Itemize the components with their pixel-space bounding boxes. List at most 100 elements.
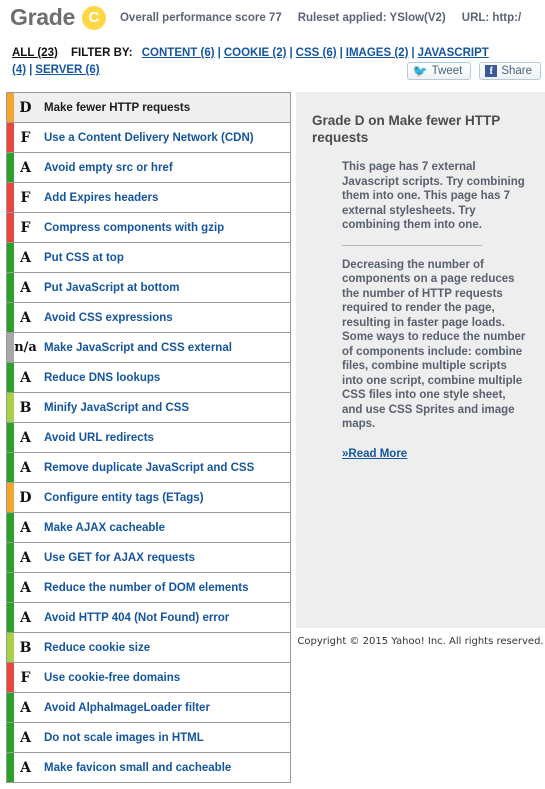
rule-row[interactable]: A Make AJAX cacheable (7, 512, 290, 542)
yslow-report: Grade C Overall performance score 77 Rul… (0, 0, 545, 789)
filter-content[interactable]: CONTENT (6) (142, 47, 215, 59)
detail-description: Decreasing the number of components on a… (342, 258, 526, 431)
filter-server[interactable]: SERVER (6) (35, 64, 99, 76)
rule-grade-bar (7, 393, 14, 422)
rule-row[interactable]: A Remove duplicate JavaScript and CSS (7, 452, 290, 482)
rule-row[interactable]: A Reduce DNS lookups (7, 362, 290, 392)
rule-name-label: Compress components with gzip (44, 221, 225, 234)
tweet-button[interactable]: 🐦 Tweet (406, 62, 472, 80)
rule-grade-bar (7, 303, 14, 332)
grade-badge: C (81, 5, 106, 30)
rule-grade-bar (7, 543, 14, 572)
rule-grade-bar (7, 693, 14, 722)
rule-name-label: Reduce DNS lookups (44, 371, 161, 384)
rule-row[interactable]: A Avoid HTTP 404 (Not Found) error (7, 602, 290, 632)
rule-row[interactable]: F Use a Content Delivery Network (CDN) (7, 122, 290, 152)
rule-name-label: Make JavaScript and CSS external (44, 341, 232, 354)
rule-grade-bar (7, 633, 14, 662)
rule-name-label: Put JavaScript at bottom (44, 281, 180, 294)
rule-list: D Make fewer HTTP requests F Use a Content … (6, 92, 291, 783)
rule-name-label: Make AJAX cacheable (44, 521, 166, 534)
rule-name-label: Avoid URL redirects (44, 431, 154, 444)
rule-name-label: Use cookie-free domains (44, 671, 181, 684)
rule-row[interactable]: A Avoid AlphaImageLoader filter (7, 692, 290, 722)
grade-summary: Grade C Overall performance score 77 Rul… (10, 4, 521, 31)
filter-all[interactable]: ALL (23) (12, 47, 58, 59)
rule-name-label: Add Expires headers (44, 191, 159, 204)
rule-name-label: Use GET for AJAX requests (44, 551, 196, 564)
rule-name-label: Avoid AlphaImageLoader filter (44, 701, 210, 714)
filter-separator: | (217, 47, 221, 59)
rule-name-label: Make fewer HTTP requests (44, 101, 191, 114)
rule-row[interactable]: A Use GET for AJAX requests (7, 542, 290, 572)
detail-summary: This page has 7 external Javascript scri… (342, 161, 525, 231)
rule-row[interactable]: D Configure entity tags (ETags) (7, 482, 290, 512)
rule-grade-bar (7, 423, 14, 452)
rule-grade-bar (7, 723, 14, 752)
share-button-label: Share (501, 65, 532, 77)
rule-grade-bar (7, 333, 14, 362)
rule-row[interactable]: B Reduce cookie size (7, 632, 290, 662)
rule-row[interactable]: B Minify JavaScript and CSS (7, 392, 290, 422)
read-more-link[interactable]: »Read More (342, 448, 407, 460)
rule-row[interactable]: A Put CSS at top (7, 242, 290, 272)
rule-grade-bar (7, 123, 14, 152)
rule-grade-bar (7, 483, 14, 512)
rule-grade-bar (7, 153, 14, 182)
rule-row[interactable]: A Make favicon small and cacheable (7, 752, 290, 782)
rule-name-label: Reduce cookie size (44, 641, 151, 654)
rule-grade-bar (7, 243, 14, 272)
rule-name-label: Use a Content Delivery Network (CDN) (44, 131, 254, 144)
rule-grade-bar (7, 513, 14, 542)
share-button[interactable]: f Share (479, 62, 541, 80)
filter-images[interactable]: IMAGES (2) (346, 47, 409, 59)
rule-name-label: Avoid HTTP 404 (Not Found) error (44, 611, 230, 624)
detail-divider (342, 244, 482, 246)
rule-grade-bar (7, 603, 14, 632)
rule-grade-bar (7, 663, 14, 692)
rule-row[interactable]: F Add Expires headers (7, 182, 290, 212)
filter-by-label: FILTER BY: (71, 47, 133, 59)
overall-score: Overall performance score 77 (119, 11, 282, 24)
rule-row[interactable]: A Avoid empty src or href (7, 152, 290, 182)
filter-cookie[interactable]: COOKIE (2) (224, 47, 287, 59)
rule-row[interactable]: F Compress components with gzip (7, 212, 290, 242)
rule-row[interactable]: A Put JavaScript at bottom (7, 272, 290, 302)
rule-row[interactable]: F Use cookie-free domains (7, 662, 290, 692)
rule-row[interactable]: A Avoid CSS expressions (7, 302, 290, 332)
social-buttons: 🐦 Tweet f Share (406, 62, 541, 80)
twitter-bird-icon: 🐦 (412, 64, 428, 78)
rule-name-label: Do not scale images in HTML (44, 731, 204, 744)
rule-name-label: Minify JavaScript and CSS (44, 401, 190, 414)
rule-row[interactable]: n/a Make JavaScript and CSS external (7, 332, 290, 362)
rule-row[interactable]: A Do not scale images in HTML (7, 722, 290, 752)
tweet-button-label: Tweet (431, 65, 463, 77)
rule-detail-panel: Grade D on Make fewer HTTP requests This… (296, 92, 545, 628)
rule-name-label: Make favicon small and cacheable (44, 761, 232, 774)
detail-title: Grade D on Make fewer HTTP requests (312, 113, 501, 145)
rule-row[interactable]: A Avoid URL redirects (7, 422, 290, 452)
page-url: URL: http:/ (461, 11, 522, 24)
filter-separator: | (411, 47, 415, 59)
facebook-f-icon: f (485, 65, 498, 77)
rule-name-label: Configure entity tags (ETags) (44, 491, 204, 504)
rule-grade-bar (7, 273, 14, 302)
rule-name-label: Avoid CSS expressions (44, 311, 173, 324)
rule-name-label: Put CSS at top (44, 251, 124, 264)
filter-separator: | (29, 64, 33, 76)
rule-grade-bar (7, 93, 14, 122)
rule-grade-bar (7, 573, 14, 602)
rule-grade-bar (7, 753, 14, 782)
rule-row[interactable]: A Reduce the number of DOM elements (7, 572, 290, 602)
copyright-notice: Copyright © 2015 Yahoo! Inc. All rights … (297, 636, 544, 647)
filter-separator: | (289, 47, 293, 59)
rule-row[interactable]: D Make fewer HTTP requests (7, 92, 290, 122)
rule-name-label: Reduce the number of DOM elements (44, 581, 249, 594)
rule-grade-bar (7, 363, 14, 392)
rule-grade-bar (7, 213, 14, 242)
filter-css[interactable]: CSS (6) (296, 47, 337, 59)
rule-name-label: Avoid empty src or href (44, 161, 173, 174)
rule-grade-bar (7, 453, 14, 482)
rule-grade-bar (7, 183, 14, 212)
report-header: Grade C Overall performance score 77 Rul… (0, 0, 545, 86)
